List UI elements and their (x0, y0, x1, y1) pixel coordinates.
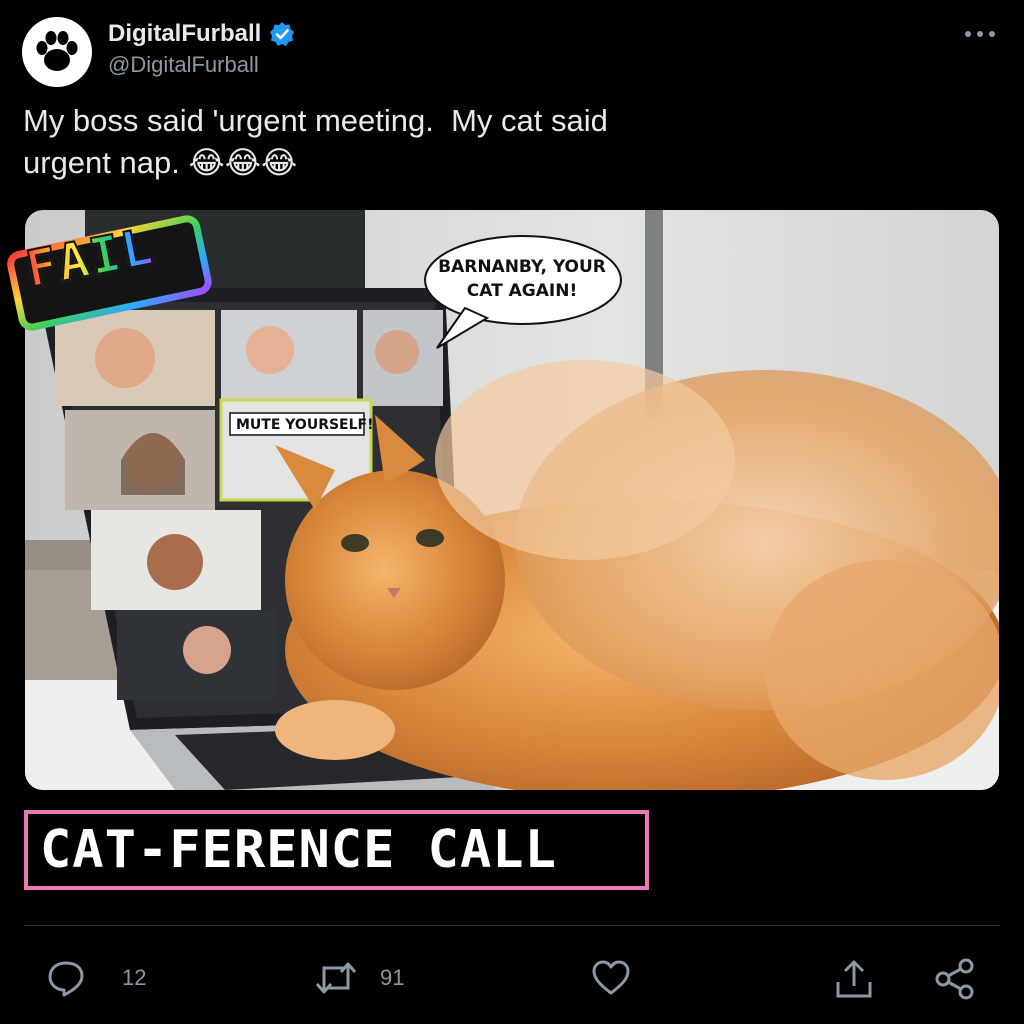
reply-button[interactable]: 12 (46, 958, 146, 998)
display-name[interactable]: DigitalFurball (108, 20, 261, 48)
share-icon (836, 960, 872, 998)
like-icon (592, 960, 630, 995)
avatar[interactable] (22, 17, 92, 87)
speech-bubble-text: BARNANBY, YOUR CAT AGAIN! (431, 255, 613, 303)
share-button[interactable] (834, 958, 874, 1000)
author-block[interactable]: DigitalFurball @DigitalFurball (108, 20, 295, 78)
retweet-button[interactable]: 91 (314, 958, 404, 998)
retweet-count: 91 (380, 965, 405, 990)
network-share-button[interactable] (934, 958, 978, 1000)
laughing-emoji-icon: 😂 (188, 145, 225, 180)
paw-icon (36, 31, 78, 71)
network-share-icon (935, 958, 974, 1000)
caption-text: CAT-FERENCE CALL (40, 820, 557, 880)
reply-icon (48, 961, 84, 997)
tweet-text: My boss said 'urgent meeting. My cat sai… (23, 100, 743, 184)
cat (275, 360, 999, 790)
tweet-body: My boss said 'urgent meeting. My cat sai… (23, 103, 608, 180)
handle[interactable]: @DigitalFurball (108, 52, 295, 78)
action-bar: 12 91 (0, 950, 1024, 1006)
speech-bubble-label: BARNANBY, YOUR CAT AGAIN! (438, 257, 606, 301)
more-icon (965, 31, 995, 37)
divider (24, 925, 1000, 926)
reply-count: 12 (122, 965, 147, 990)
laughing-emoji-icon: 😂 (224, 145, 261, 180)
verified-badge-icon (270, 22, 295, 46)
caption-box: CAT-FERENCE CALL (24, 810, 649, 890)
like-button[interactable] (591, 958, 631, 998)
more-button[interactable] (962, 24, 998, 44)
retweet-icon (315, 962, 357, 994)
laughing-emoji-icon: 😂 (260, 145, 298, 180)
emoji-group: 😂😂😂 (188, 145, 297, 180)
mute-yourself-label: MUTE YOURSELF! (236, 417, 374, 433)
